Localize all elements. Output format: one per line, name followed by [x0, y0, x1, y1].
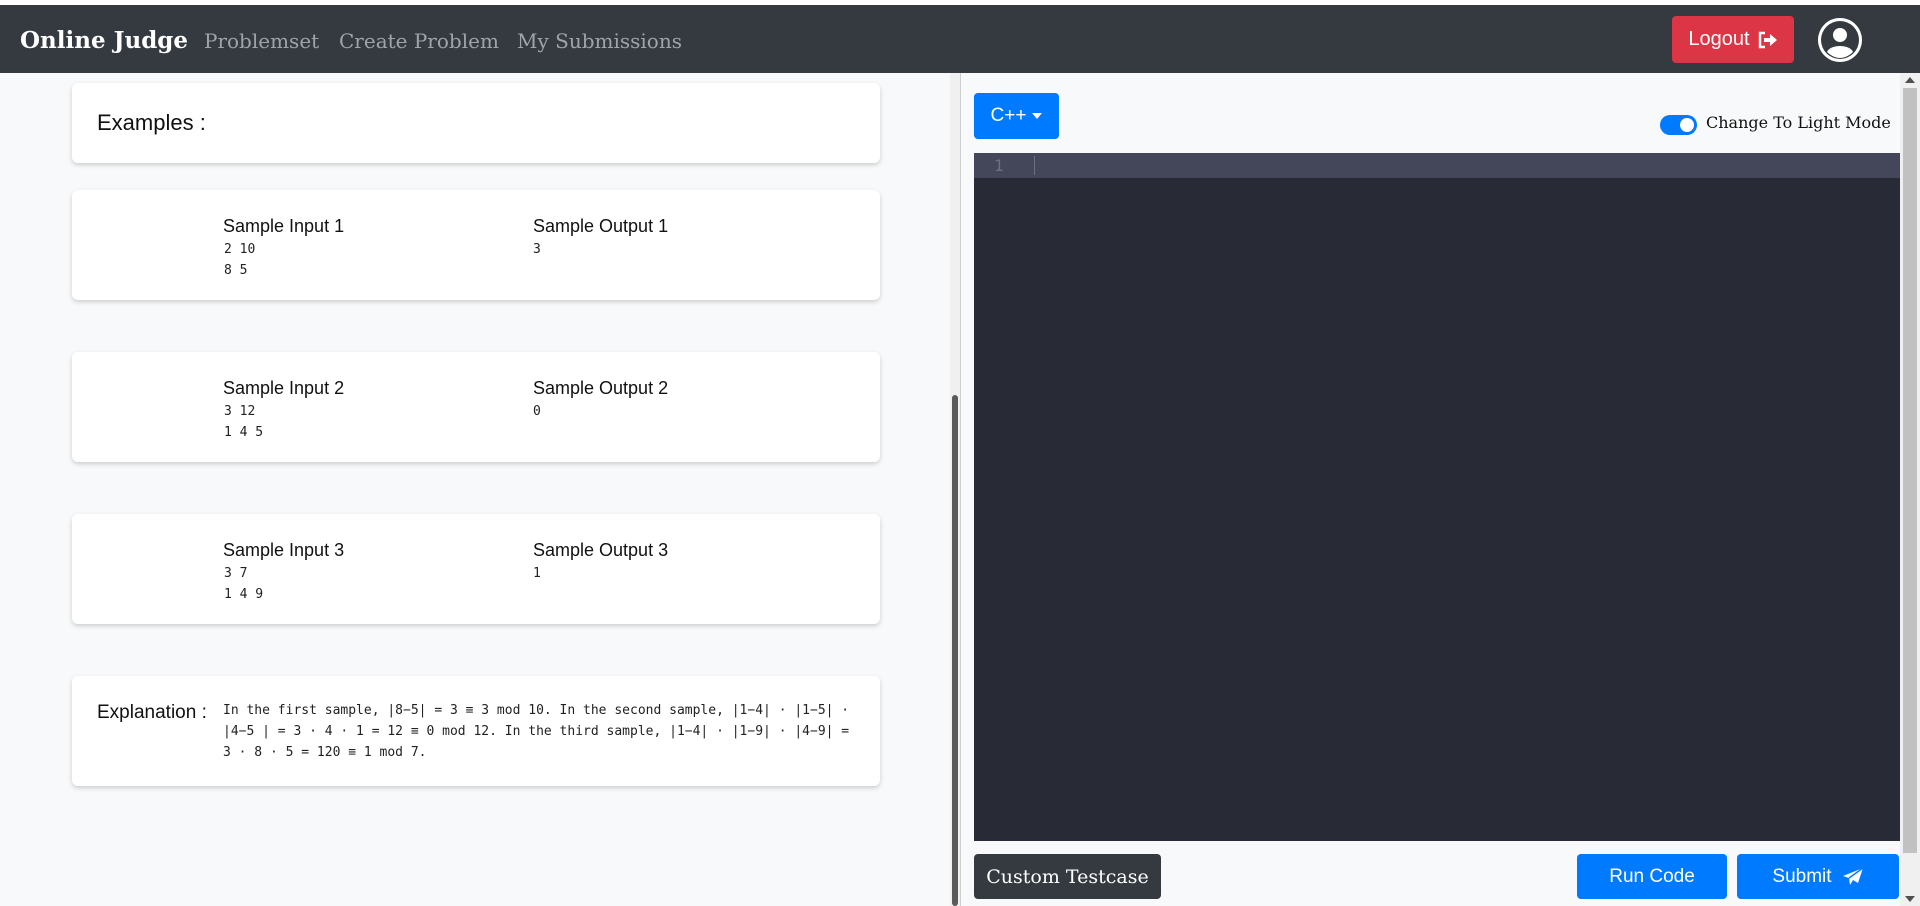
- custom-testcase-label: Custom Testcase: [986, 865, 1149, 888]
- run-code-label: Run Code: [1609, 865, 1695, 887]
- sample-input-label: Sample Input 3: [223, 540, 345, 560]
- sample-card-2: Sample Input 2 3 12 1 4 5 Sample Output …: [72, 352, 880, 462]
- run-code-button[interactable]: Run Code: [1577, 854, 1727, 899]
- sample-output-label: Sample Output 1: [533, 216, 669, 236]
- active-line-highlight: [974, 153, 1900, 178]
- theme-toggle-switch[interactable]: [1660, 115, 1697, 135]
- toggle-knob: [1680, 118, 1694, 132]
- language-label: C++: [990, 105, 1027, 126]
- paper-plane-icon: [1842, 866, 1863, 885]
- brand-logo[interactable]: Online Judge: [20, 27, 188, 54]
- explanation-label: Explanation :: [97, 702, 207, 723]
- scroll-up-arrow-icon[interactable]: [1905, 77, 1915, 83]
- logout-button[interactable]: Logout: [1672, 16, 1794, 63]
- navbar: Online Judge Problemset Create Problem M…: [0, 5, 1920, 73]
- code-pane: C++ Change To Light Mode 1 Custom Testca…: [961, 73, 1920, 906]
- sample-input-value: 3 12 1 4 5: [224, 404, 264, 440]
- submit-label: Submit: [1772, 865, 1832, 887]
- line-number: 1: [994, 156, 1004, 175]
- user-avatar-icon[interactable]: [1818, 18, 1862, 62]
- sample-output-value: 0: [533, 404, 541, 419]
- sample-output-value: 3: [533, 242, 541, 257]
- nav-link-my-submissions[interactable]: My Submissions: [517, 29, 682, 53]
- sample-input-value: 3 7 1 4 9: [224, 566, 264, 602]
- sample-output-label: Sample Output 2: [533, 378, 669, 398]
- code-pane-scroll-thumb[interactable]: [1903, 88, 1917, 853]
- theme-toggle-label[interactable]: Change To Light Mode: [1706, 113, 1891, 132]
- sign-out-icon: [1758, 31, 1777, 48]
- problem-pane-scroll-thumb[interactable]: [952, 395, 958, 906]
- explanation-text: In the first sample, |8−5| = 3 ≡ 3 mod 1…: [223, 703, 850, 760]
- sample-card-1: Sample Input 1 2 10 8 5 Sample Output 1 …: [72, 190, 880, 300]
- nav-link-problemset[interactable]: Problemset: [204, 29, 319, 53]
- scroll-down-arrow-icon[interactable]: [1905, 896, 1915, 902]
- sample-input-value: 2 10 8 5: [224, 242, 256, 278]
- examples-header-card: Examples :: [72, 83, 880, 163]
- code-pane-scrollbar[interactable]: [1900, 73, 1920, 906]
- sample-output-value: 1: [533, 566, 541, 581]
- sample-input-label: Sample Input 1: [223, 216, 345, 236]
- language-dropdown[interactable]: C++: [974, 93, 1059, 139]
- text-cursor: [1034, 156, 1035, 175]
- problem-pane: Examples : Sample Input 1 2 10 8 5 Sampl…: [0, 73, 960, 906]
- nav-link-create-problem[interactable]: Create Problem: [339, 29, 499, 53]
- caret-down-icon: [1032, 113, 1043, 119]
- logout-label: Logout: [1688, 28, 1750, 50]
- custom-testcase-button[interactable]: Custom Testcase: [974, 854, 1161, 899]
- examples-title: Examples :: [97, 110, 206, 135]
- submit-button[interactable]: Submit: [1737, 854, 1899, 899]
- sample-card-3: Sample Input 3 3 7 1 4 9 Sample Output 3…: [72, 514, 880, 624]
- sample-output-label: Sample Output 3: [533, 540, 669, 560]
- explanation-card: Explanation : In the first sample, |8−5|…: [72, 676, 880, 786]
- sample-input-label: Sample Input 2: [223, 378, 345, 398]
- code-editor[interactable]: 1: [974, 153, 1900, 841]
